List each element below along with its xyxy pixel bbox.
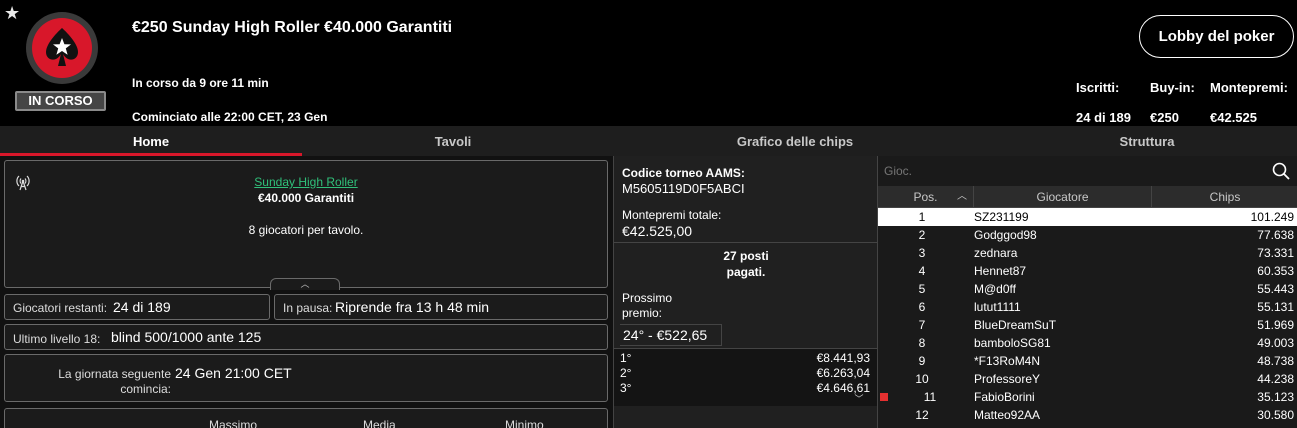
table-row[interactable]: 6 lutut1111 55.131	[878, 298, 1297, 316]
start-time: Cominciato alle 22:00 CET, 23 Gen	[132, 110, 328, 124]
chevron-up-icon: ︿	[300, 279, 310, 289]
table-row[interactable]: 8 bamboloSG81 49.003	[878, 334, 1297, 352]
next-day-label: La giornata seguente comincia:	[58, 367, 171, 396]
table-row[interactable]: 9 *F13RoM4N 48.738	[878, 352, 1297, 370]
players-left-value: 24 di 189	[113, 299, 171, 315]
next-prize-value: 24° - €522,65	[620, 324, 722, 346]
min-column: Minimo	[505, 418, 544, 428]
pause-value: Riprende fra 13 h 48 min	[335, 299, 490, 315]
prize-list: 1° €8.441,93 2° €6.263,04 3° €4.646,61	[614, 348, 878, 406]
table-row[interactable]: 4 Hennet87 60.353	[878, 262, 1297, 280]
paid-places: 27 posti pagati.	[723, 249, 769, 279]
prizepool-value: €42.525	[1210, 110, 1257, 125]
registered-value: 24 di 189	[1076, 110, 1131, 125]
prize-row: 3° €4.646,61	[620, 381, 870, 395]
pause-label: In pausa:	[283, 301, 333, 315]
pause-box: In pausa: Riprende fra 13 h 48 min	[274, 294, 608, 320]
tournament-header: ★ IN CORSO €250 Sunday High Roller €40.0…	[0, 0, 1297, 126]
tab-home[interactable]: Home	[0, 126, 302, 156]
table-size-text: 8 giocatori per tavolo.	[248, 223, 364, 237]
prize-panel: Codice torneo AAMS: M5605119D0F5ABCI Mon…	[613, 156, 878, 428]
registered-label: Iscritti:	[1076, 80, 1120, 95]
table-row[interactable]: 7 BlueDreamSuT 51.969	[878, 316, 1297, 334]
next-day-box: La giornata seguente comincia: 24 Gen 21…	[4, 354, 608, 402]
max-column: Massimo	[209, 418, 258, 428]
player-search-input[interactable]	[880, 160, 1260, 182]
aams-label: Codice torneo AAMS:	[622, 166, 745, 180]
collapse-toggle[interactable]: ︿	[270, 278, 340, 290]
table-row[interactable]: 5 M@d0ff 55.443	[878, 280, 1297, 298]
tournament-title: €250 Sunday High Roller €40.000 Garantit…	[132, 19, 453, 36]
table-row[interactable]: 1 SZ231199 101.249	[878, 208, 1297, 226]
buyin-label: Buy-in:	[1150, 80, 1195, 95]
stack-stats-box: Massimo Media Minimo	[4, 408, 608, 428]
tab-bar: Home Tavoli Grafico delle chips Struttur…	[0, 126, 1297, 156]
next-day-value: 24 Gen 21:00 CET	[175, 365, 292, 381]
players-left-box: Giocatori restanti: 24 di 189	[4, 294, 270, 320]
pokerstars-logo	[22, 12, 102, 88]
prize-row: 2° €6.263,04	[620, 366, 870, 380]
player-search	[878, 156, 1297, 186]
players-left-label: Giocatori restanti:	[13, 301, 108, 315]
table-row[interactable]: 2 Godggod98 77.638	[878, 226, 1297, 244]
avg-column: Media	[363, 418, 396, 428]
last-level-label: Ultimo livello 18:	[13, 332, 101, 346]
table-row[interactable]: 12 Matteo92AA 30.580	[878, 406, 1297, 424]
next-prize-label: Prossimo premio:	[622, 291, 673, 320]
players-panel: Pos. ︿ Giocatore Chips 1SZ231199101.249 …	[877, 156, 1297, 428]
tournament-link[interactable]: Sunday High Roller	[5, 175, 607, 189]
tab-tables[interactable]: Tavoli	[302, 126, 604, 156]
players-table-header: Pos. ︿ Giocatore Chips	[878, 186, 1297, 208]
chevron-up-icon: ︿	[957, 191, 967, 202]
chips-column-header[interactable]: Chips	[1152, 186, 1297, 208]
tournament-info-box: Sunday High Roller €40.000 Garantiti 8 g…	[4, 160, 608, 288]
buyin-value: €250	[1150, 110, 1179, 125]
table-row[interactable]: 3 zednara 73.331	[878, 244, 1297, 262]
total-prize-value: €42.525,00	[622, 223, 693, 239]
last-level-value: blind 500/1000 ante 125	[111, 329, 262, 345]
star-icon[interactable]: ★	[4, 4, 20, 22]
search-icon[interactable]	[1272, 162, 1290, 180]
chevron-down-icon[interactable]: ﹀	[850, 392, 868, 404]
lobby-button[interactable]: Lobby del poker	[1139, 15, 1294, 58]
summary-panel: Sunday High Roller €40.000 Garantiti 8 g…	[0, 156, 613, 428]
table-row[interactable]: 10 ProfessoreY 44.238	[878, 370, 1297, 388]
player-column-header[interactable]: Giocatore	[974, 186, 1152, 208]
last-level-box: Ultimo livello 18: blind 500/1000 ante 1…	[4, 324, 608, 350]
guaranteed-text: €40.000 Garantiti	[257, 191, 355, 205]
total-prize-label: Montepremi totale:	[622, 208, 722, 222]
status-badge: IN CORSO	[15, 91, 106, 111]
tab-chip-chart[interactable]: Grafico delle chips	[644, 126, 946, 156]
prize-row: 1° €8.441,93	[620, 351, 870, 365]
tab-structure[interactable]: Struttura	[996, 126, 1297, 156]
running-duration: In corso da 9 ore 11 min	[132, 76, 269, 90]
prizepool-label: Montepremi:	[1210, 80, 1288, 95]
table-row[interactable]: 11 FabioBorini 35.123	[878, 388, 1297, 406]
pos-column-header[interactable]: Pos. ︿	[878, 186, 974, 208]
aams-code: M5605119D0F5ABCI	[622, 181, 745, 196]
